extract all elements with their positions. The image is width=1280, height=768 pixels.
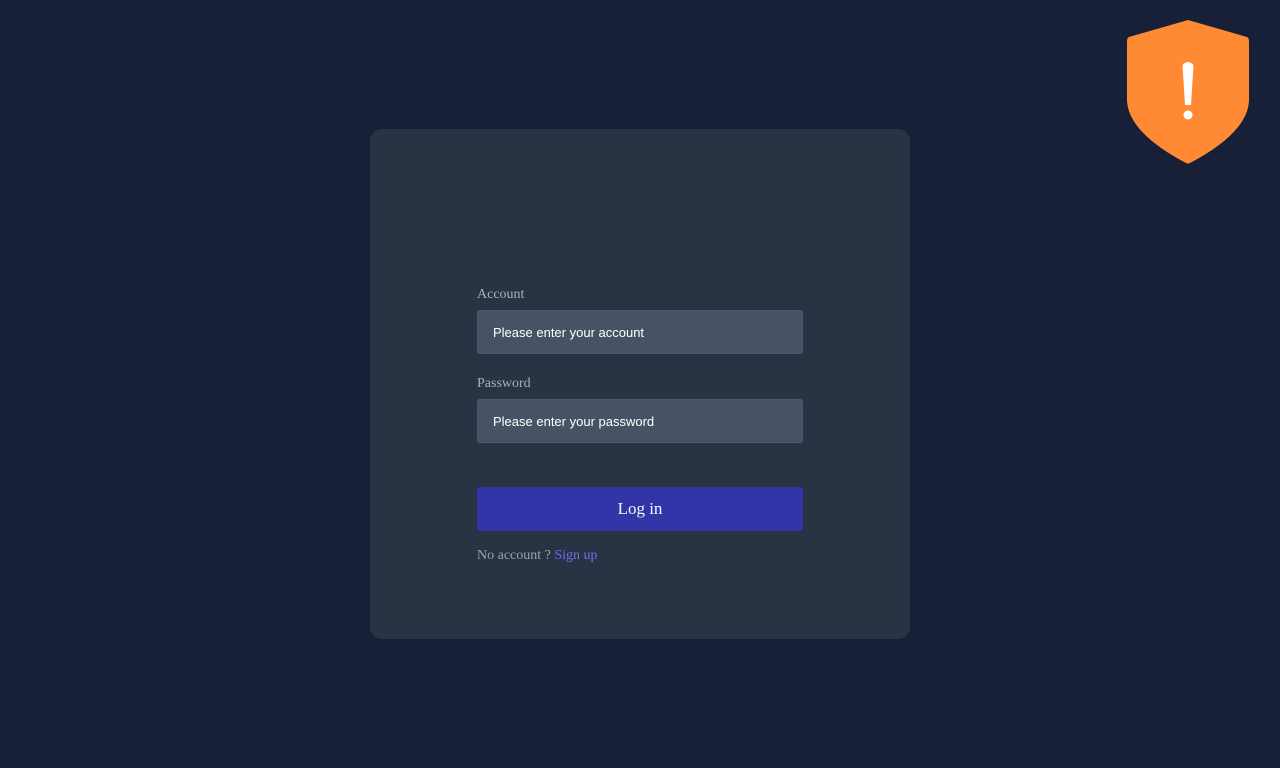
account-field-group: Account [477, 287, 803, 354]
login-button[interactable]: Log in [477, 487, 803, 531]
exclamation-dot [1183, 110, 1193, 120]
login-form: Account Password Log in No account ? Sig… [477, 287, 803, 564]
account-input[interactable] [477, 310, 803, 354]
password-input[interactable] [477, 399, 803, 443]
signup-prompt: No account ? Sign up [477, 548, 803, 564]
signup-link[interactable]: Sign up [554, 548, 597, 563]
no-account-text: No account ? [477, 548, 551, 563]
login-card: Account Password Log in No account ? Sig… [370, 129, 910, 639]
shield-exclamation-icon [1127, 20, 1249, 164]
password-field-group: Password [477, 376, 803, 443]
password-label: Password [477, 376, 531, 391]
account-label: Account [477, 287, 525, 302]
security-warning-badge[interactable] [1127, 19, 1249, 165]
